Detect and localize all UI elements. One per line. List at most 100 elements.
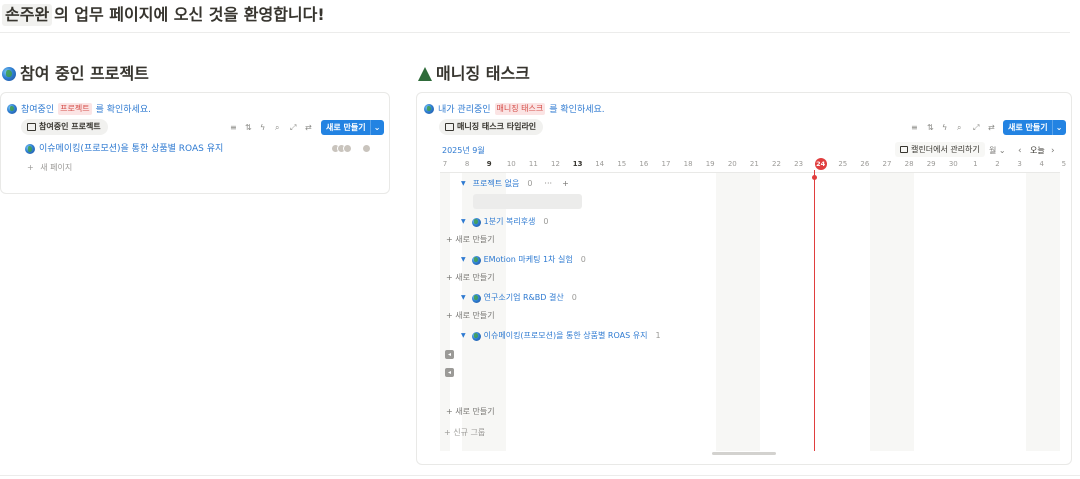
scale-select[interactable]: 월 ⌄: [989, 145, 1006, 157]
project-row[interactable]: 이슈메이킹(프로모션)을 통한 상품별 ROAS 유지: [25, 143, 223, 155]
chevron-down-icon[interactable]: ⌄: [369, 120, 384, 135]
new-project-button[interactable]: 새로 만들기 ⌄: [321, 120, 384, 135]
globe-icon: [471, 331, 481, 341]
triangle-down-icon[interactable]: ▼: [461, 216, 466, 228]
day-label: 3: [1017, 160, 1022, 168]
day-label: 15: [617, 160, 627, 168]
add-task-row[interactable]: + 새로 만들기: [446, 406, 495, 418]
manage-calendar-button[interactable]: 캘린더에서 관리하기: [895, 142, 985, 157]
day-label: 30: [948, 160, 958, 168]
projects-heading: 참여 중인 프로젝트: [2, 64, 149, 84]
settings-icon[interactable]: ⇄: [988, 122, 995, 134]
desc-suffix: 를 확인하세요.: [549, 105, 605, 115]
divider: [0, 32, 1070, 33]
group-count: 0: [571, 293, 577, 302]
arrow-left-icon[interactable]: ◂: [445, 350, 454, 359]
filter-icon[interactable]: ≡: [911, 122, 918, 134]
globe-icon: [471, 293, 481, 303]
expand-icon[interactable]: ⤢: [290, 122, 296, 134]
tab-label: 매니징 태스크 타임라인: [457, 122, 537, 131]
day-label: 2: [995, 160, 1000, 168]
more-icon[interactable]: ···: [544, 178, 552, 190]
projects-title: 참여 중인 프로젝트: [20, 64, 149, 83]
day-label: 28: [904, 160, 914, 168]
new-page-row[interactable]: + 새 페이지: [27, 162, 72, 174]
group-count: 0: [580, 255, 586, 264]
day-label: 29: [926, 160, 936, 168]
new-button-label: 새로 만들기: [1008, 123, 1048, 132]
tab-timeline-view[interactable]: 매니징 태스크 타임라인: [439, 119, 544, 135]
group-row[interactable]: ▼ EMotion 마케팅 1차 실험 0: [461, 254, 586, 266]
search-icon[interactable]: ⌕: [275, 122, 279, 134]
group-row[interactable]: ▼ 이슈메이킹(프로모션)을 통한 상품별 ROAS 유지 1: [461, 330, 661, 342]
desc-prefix: 참여중인: [21, 105, 55, 115]
tab-projects-view[interactable]: 참여중인 프로젝트: [21, 119, 108, 135]
next-icon[interactable]: ›: [1051, 145, 1055, 157]
group-row[interactable]: ▼ 프로젝트 없음 0 ··· +: [461, 178, 569, 190]
plus-icon[interactable]: +: [562, 178, 569, 190]
day-label: 9: [486, 160, 492, 168]
search-icon[interactable]: ⌕: [957, 122, 961, 134]
triangle-down-icon[interactable]: ▼: [461, 330, 466, 342]
group-count: 1: [655, 331, 661, 340]
day-label: 14: [595, 160, 605, 168]
group-name: EMotion 마케팅 1차 실험: [483, 255, 573, 264]
lightning-icon[interactable]: ϟ: [942, 122, 947, 134]
sort-icon[interactable]: ⇅: [245, 122, 252, 134]
projects-description: 참여중인 프로젝트 를 확인하세요.: [7, 102, 151, 115]
globe-icon: [471, 255, 481, 265]
chevron-down-icon[interactable]: ⌄: [1051, 120, 1066, 135]
tree-icon: [418, 67, 432, 81]
settings-icon[interactable]: ⇄: [305, 122, 312, 134]
day-label: 13: [572, 160, 583, 168]
desc-prefix: 내가 관리중인: [438, 105, 491, 115]
day-label: 8: [464, 160, 470, 168]
new-page-label: 새 페이지: [40, 163, 73, 172]
sort-icon[interactable]: ⇅: [927, 122, 934, 134]
new-task-button[interactable]: 새로 만들기 ⌄: [1003, 120, 1066, 135]
day-label: 20: [727, 160, 737, 168]
prev-icon[interactable]: ‹: [1018, 145, 1022, 157]
new-group-row[interactable]: + 신규 그룹: [444, 427, 485, 439]
filter-icon[interactable]: ≡: [230, 122, 237, 134]
triangle-down-icon[interactable]: ▼: [461, 292, 466, 304]
group-count: 0: [543, 217, 549, 226]
new-button-label: 새로 만들기: [326, 123, 366, 132]
add-task-row[interactable]: + 새로 만들기: [446, 234, 495, 246]
day-label: 7: [442, 160, 448, 168]
plus-icon: +: [27, 163, 34, 172]
expand-icon[interactable]: ⤢: [973, 122, 979, 134]
globe-icon: [7, 103, 17, 114]
group-row[interactable]: ▼ 연구소기업 R&BD 결산 0: [461, 292, 577, 304]
weekend-column: [716, 172, 760, 451]
desc-tag: 매니징 태스크: [494, 102, 546, 115]
triangle-down-icon[interactable]: ▼: [461, 178, 466, 190]
project-title[interactable]: 이슈메이킹(프로모션)을 통한 상품별 ROAS 유지: [39, 143, 223, 155]
add-row-label: 새로 만들기: [455, 235, 495, 244]
arrow-left-icon[interactable]: ◂: [445, 368, 454, 377]
globe-icon: [2, 67, 16, 81]
day-label: 23: [794, 160, 804, 168]
group-name: 이슈메이킹(프로모션)을 통한 상품별 ROAS 유지: [483, 331, 648, 340]
add-task-row[interactable]: + 새로 만들기: [446, 272, 495, 284]
manage-calendar-label: 캘린더에서 관리하기: [911, 145, 980, 154]
group-row[interactable]: ▼ 1분기 복리후생 0: [461, 216, 549, 228]
horizontal-scrollbar[interactable]: [712, 452, 776, 455]
lightning-icon[interactable]: ϟ: [260, 122, 265, 134]
empty-task-placeholder[interactable]: [473, 194, 582, 209]
day-label: 18: [683, 160, 693, 168]
tasks-title: 매니징 태스크: [436, 64, 530, 83]
today-button[interactable]: 오늘: [1030, 145, 1045, 157]
triangle-down-icon[interactable]: ▼: [461, 254, 466, 266]
day-label: 4: [1039, 160, 1044, 168]
group-name: 1분기 복리후생: [483, 217, 536, 226]
assignee-avatars: [331, 144, 352, 153]
new-group-label: 신규 그룹: [453, 428, 486, 437]
day-label: 12: [551, 160, 560, 168]
globe-icon: [424, 103, 434, 114]
day-label: 16: [639, 160, 649, 168]
add-row-label: 새로 만들기: [455, 273, 495, 282]
day-label: 1: [973, 160, 978, 168]
add-task-row[interactable]: + 새로 만들기: [446, 310, 495, 322]
desc-tag: 프로젝트: [58, 102, 92, 115]
